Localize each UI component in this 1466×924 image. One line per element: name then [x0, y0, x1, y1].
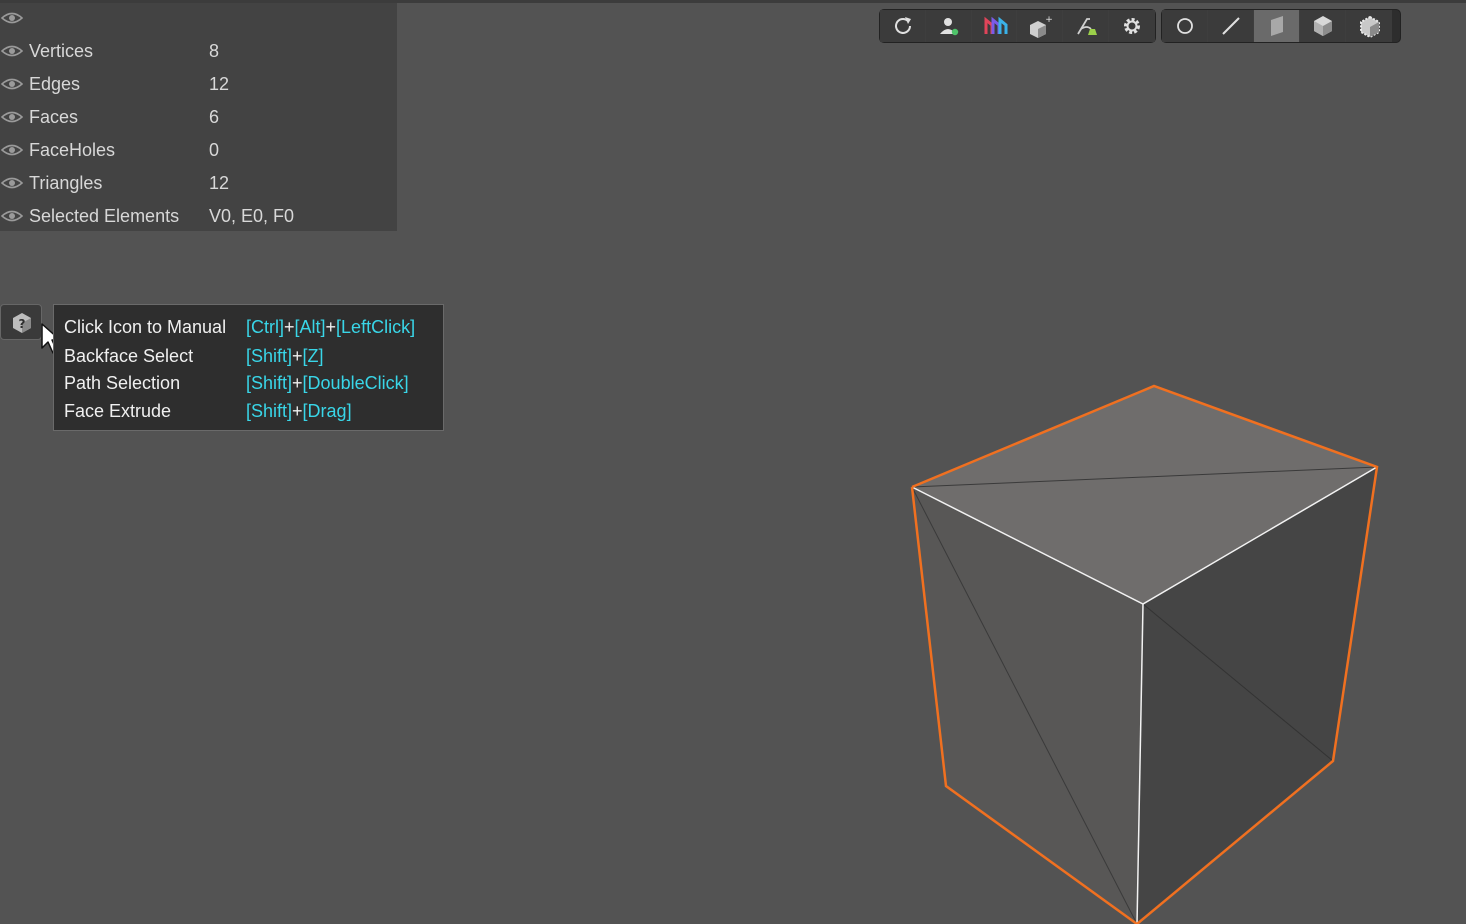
- shortcut-keys: [Shift]+[Z]: [246, 346, 324, 367]
- plus-separator: +: [325, 317, 337, 337]
- stat-label: Triangles: [29, 173, 103, 193]
- stat-value: 12: [209, 74, 230, 94]
- key: [Z]: [302, 346, 324, 366]
- tools-toolbar: +: [879, 9, 1156, 43]
- shortcut-row: Click Icon to Manual [Ctrl]+[Alt]+[LeftC…: [64, 317, 439, 341]
- vertex-mode-icon: [1177, 18, 1193, 34]
- edge-mode-icon: [1222, 17, 1240, 35]
- plus-separator: +: [292, 346, 303, 366]
- stat-value: 6: [209, 107, 220, 127]
- refresh-icon: [895, 17, 911, 34]
- shortcut-label: Backface Select: [64, 346, 194, 366]
- help-cube-icon: ?: [13, 313, 31, 333]
- stat-label: Selected Elements: [29, 206, 180, 226]
- face-mode-icon: [1271, 16, 1283, 36]
- stat-value: 8: [209, 41, 220, 61]
- key: [Shift]: [246, 401, 293, 421]
- eye-icon[interactable]: [1, 43, 23, 59]
- key: [Drag]: [302, 401, 352, 421]
- eye-icon[interactable]: [1, 109, 23, 125]
- mesh-stats-panel: Vertices 8 Edges 12 Faces 6 FaceHoles 0 …: [0, 3, 397, 231]
- shortcut-row: Path Selection [Shift]+[DoubleClick]: [64, 373, 439, 397]
- key: [LeftClick]: [336, 317, 416, 337]
- stat-label: Edges: [29, 74, 81, 94]
- stat-row-selected: Selected Elements V0, E0, F0: [0, 201, 397, 231]
- plus-separator: +: [292, 373, 303, 393]
- stat-row-faces: Faces 6: [0, 102, 397, 132]
- stat-row-vertices: Vertices 8: [0, 36, 397, 66]
- edge-mode-button[interactable]: [1208, 10, 1254, 42]
- stat-row-header: [0, 3, 397, 33]
- refresh-button[interactable]: [880, 10, 926, 42]
- shortcut-help-tooltip: Click Icon to Manual [Ctrl]+[Alt]+[LeftC…: [53, 304, 444, 431]
- key: [Shift]: [246, 346, 293, 366]
- face-mode-button[interactable]: [1254, 10, 1300, 42]
- help-button[interactable]: ?: [0, 304, 42, 340]
- selection-mode-toolbar: [1161, 9, 1401, 43]
- shortcut-label: Click Icon to Manual: [64, 317, 227, 337]
- eye-icon[interactable]: [1, 208, 23, 224]
- stat-label: Faces: [29, 107, 79, 127]
- element-mode-button[interactable]: [1346, 10, 1392, 42]
- key: [Ctrl]: [246, 317, 284, 337]
- vertex-mode-button[interactable]: [1162, 10, 1208, 42]
- add-cube-icon: +: [1030, 15, 1054, 38]
- plus-separator: +: [284, 317, 295, 337]
- stat-label: FaceHoles: [29, 140, 116, 160]
- user-icon: [939, 18, 959, 36]
- key: [Shift]: [246, 373, 293, 393]
- shortcut-row: Face Extrude [Shift]+[Drag]: [64, 401, 439, 425]
- eye-icon[interactable]: [1, 175, 23, 191]
- stat-row-faceholes: FaceHoles 0: [0, 135, 397, 165]
- stat-row-edges: Edges 12: [0, 69, 397, 99]
- settings-button[interactable]: [1109, 10, 1155, 42]
- eye-icon[interactable]: [1, 76, 23, 92]
- logo-button[interactable]: [971, 10, 1018, 42]
- plus-separator: +: [292, 401, 303, 421]
- stat-label: Vertices: [29, 41, 94, 61]
- logo-icon: [984, 16, 1008, 34]
- shortcut-keys: [Shift]+[DoubleClick]: [246, 373, 409, 394]
- svg-text:?: ?: [19, 317, 26, 331]
- eye-icon[interactable]: [1, 10, 23, 26]
- stat-value: 0: [209, 140, 220, 160]
- object-mode-icon: [1314, 16, 1332, 36]
- shortcut-keys: [Ctrl]+[Alt]+[LeftClick]: [246, 317, 415, 338]
- key: [Alt]: [294, 317, 326, 337]
- user-button[interactable]: [925, 10, 972, 42]
- element-mode-icon: [1360, 15, 1380, 39]
- stat-row-triangles: Triangles 12: [0, 168, 397, 198]
- sculpt-button[interactable]: [1063, 10, 1110, 42]
- shortcut-row: Backface Select [Shift]+[Z]: [64, 346, 439, 370]
- stat-value: 12: [209, 173, 230, 193]
- object-mode-button[interactable]: [1300, 10, 1346, 42]
- shortcut-label: Face Extrude: [64, 401, 172, 421]
- add-cube-button[interactable]: +: [1017, 10, 1064, 42]
- cube-mesh[interactable]: [910, 384, 1379, 924]
- key: [DoubleClick]: [302, 373, 409, 393]
- stat-value: V0, E0, F0: [209, 206, 295, 226]
- svg-text:+: +: [1046, 15, 1054, 25]
- shortcut-keys: [Shift]+[Drag]: [246, 401, 352, 422]
- sculpt-icon: [1077, 18, 1098, 35]
- eye-icon[interactable]: [1, 142, 23, 158]
- gear-icon: [1124, 18, 1141, 34]
- shortcut-label: Path Selection: [64, 373, 181, 393]
